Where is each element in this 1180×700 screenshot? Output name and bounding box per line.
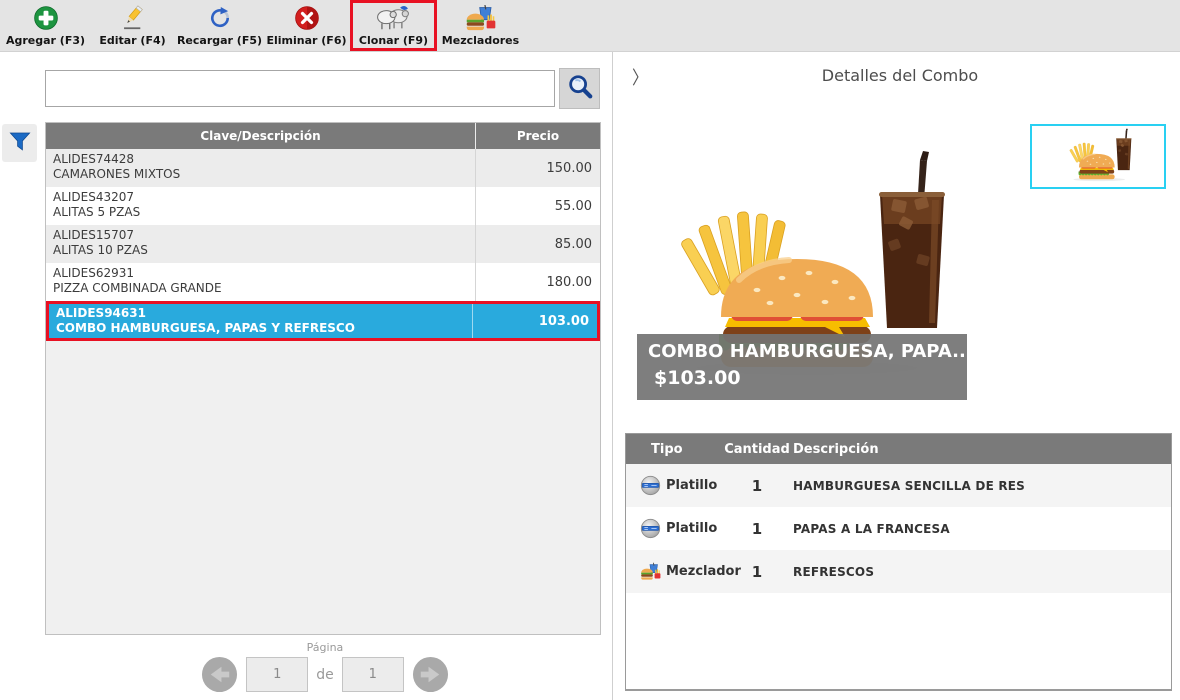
next-page-button[interactable] (412, 656, 449, 693)
product-code: ALIDES43207 (53, 190, 475, 205)
product-code: ALIDES62931 (53, 266, 475, 281)
column-header-cantidad[interactable]: Cantidad (721, 442, 793, 457)
combo-details-panel: 〉 Detalles del Combo COMBO HAMBURGUESA, … (620, 52, 1180, 700)
reload-button[interactable]: Recargar (F5) (176, 0, 263, 51)
edit-button-label: Editar (F4) (99, 34, 165, 47)
product-description: ALITAS 10 PZAS (53, 243, 475, 258)
component-description: PAPAS A LA FRANCESA (793, 522, 1171, 536)
component-quantity: 1 (721, 563, 793, 581)
product-code: ALIDES94631 (56, 306, 472, 321)
delete-button-label: Eliminar (F6) (266, 34, 346, 47)
product-price: 180.00 (476, 263, 600, 301)
add-button[interactable]: Agregar (F3) (2, 0, 89, 51)
product-code: ALIDES74428 (53, 152, 475, 167)
product-description: PIZZA COMBINADA GRANDE (53, 281, 475, 296)
previous-page-button[interactable] (201, 656, 238, 693)
search-button[interactable] (559, 68, 600, 109)
page-separator-label: de (316, 667, 334, 683)
combo-thumbnail-image (1032, 126, 1164, 187)
search-icon (566, 73, 594, 105)
component-type: Platillo (666, 478, 717, 493)
component-row: Platillo 1 HAMBURGUESA SENCILLA DE RES (626, 464, 1171, 507)
combo-name: COMBO HAMBURGUESA, PAPA... (637, 334, 967, 362)
mixers-button[interactable]: Mezcladores (437, 0, 524, 51)
dish-icon (640, 475, 661, 496)
column-header-clave-descripcion[interactable]: Clave/Descripción (46, 123, 476, 149)
product-price: 103.00 (473, 304, 597, 338)
filter-button[interactable] (2, 124, 37, 162)
panel-divider (612, 52, 613, 700)
clone-button-label: Clonar (F9) (359, 34, 428, 47)
combo-manager-window: Agregar (F3) Editar (F4) Recargar (F5) E… (0, 0, 1180, 700)
table-row[interactable]: ALIDES43207 ALITAS 5 PZAS 55.00 (46, 187, 600, 225)
table-row[interactable]: ALIDES62931 PIZZA COMBINADA GRANDE 180.0… (46, 263, 600, 301)
product-price: 85.00 (476, 225, 600, 263)
mixer-icon (640, 561, 661, 582)
component-row: Platillo 1 PAPAS A LA FRANCESA (626, 507, 1171, 550)
table-row[interactable]: ALIDES74428 CAMARONES MIXTOS 150.00 (46, 149, 600, 187)
product-description: CAMARONES MIXTOS (53, 167, 475, 182)
products-table: Clave/Descripción Precio ALIDES74428 CAM… (45, 122, 601, 635)
combo-image-card: COMBO HAMBURGUESA, PAPA... $103.00 (637, 140, 967, 400)
total-pages-input[interactable] (342, 657, 404, 692)
column-header-descripcion[interactable]: Descripción (793, 442, 1171, 457)
component-description: REFRESCOS (793, 565, 1171, 579)
pencil-icon (120, 4, 146, 31)
table-row-selected[interactable]: ALIDES94631 COMBO HAMBURGUESA, PAPAS Y R… (46, 301, 600, 341)
current-page-input[interactable] (246, 657, 308, 692)
clone-button[interactable]: Clonar (F9) (350, 0, 437, 51)
combo-price: $103.00 (637, 362, 967, 389)
page-label: Página (192, 641, 458, 654)
refresh-icon (207, 4, 233, 31)
component-quantity: 1 (721, 477, 793, 495)
table-row[interactable]: ALIDES15707 ALITAS 10 PZAS 85.00 (46, 225, 600, 263)
components-table: Tipo Cantidad Descripción Platillo 1 HAM… (625, 433, 1172, 691)
toolbar: Agregar (F3) Editar (F4) Recargar (F5) E… (0, 0, 1180, 52)
product-price: 150.00 (476, 149, 600, 187)
details-title: Detalles del Combo (620, 66, 1180, 85)
column-header-precio[interactable]: Precio (476, 129, 600, 143)
clone-sheep-icon (375, 4, 411, 31)
product-description: ALITAS 5 PZAS (53, 205, 475, 220)
pagination: Página de (192, 641, 458, 693)
reload-button-label: Recargar (F5) (177, 34, 262, 47)
add-button-label: Agregar (F3) (6, 34, 85, 47)
components-table-header: Tipo Cantidad Descripción (626, 434, 1171, 464)
product-description: COMBO HAMBURGUESA, PAPAS Y REFRESCO (56, 321, 472, 336)
edit-button[interactable]: Editar (F4) (89, 0, 176, 51)
combo-thumbnail[interactable] (1030, 124, 1166, 189)
dish-icon (640, 518, 661, 539)
product-price: 55.00 (476, 187, 600, 225)
component-quantity: 1 (721, 520, 793, 538)
add-circle-icon (33, 4, 59, 31)
column-header-tipo[interactable]: Tipo (626, 442, 721, 457)
search-input[interactable] (45, 70, 555, 107)
combo-food-icon (465, 4, 496, 31)
component-row: Mezclador 1 REFRESCOS (626, 550, 1171, 593)
combo-banner: COMBO HAMBURGUESA, PAPA... $103.00 (637, 334, 967, 400)
delete-circle-icon (294, 4, 320, 31)
products-table-header: Clave/Descripción Precio (46, 123, 600, 149)
component-description: HAMBURGUESA SENCILLA DE RES (793, 479, 1171, 493)
delete-button[interactable]: Eliminar (F6) (263, 0, 350, 51)
filter-funnel-icon (8, 129, 32, 157)
product-code: ALIDES15707 (53, 228, 475, 243)
component-type: Platillo (666, 521, 717, 536)
mixers-button-label: Mezcladores (442, 34, 519, 47)
